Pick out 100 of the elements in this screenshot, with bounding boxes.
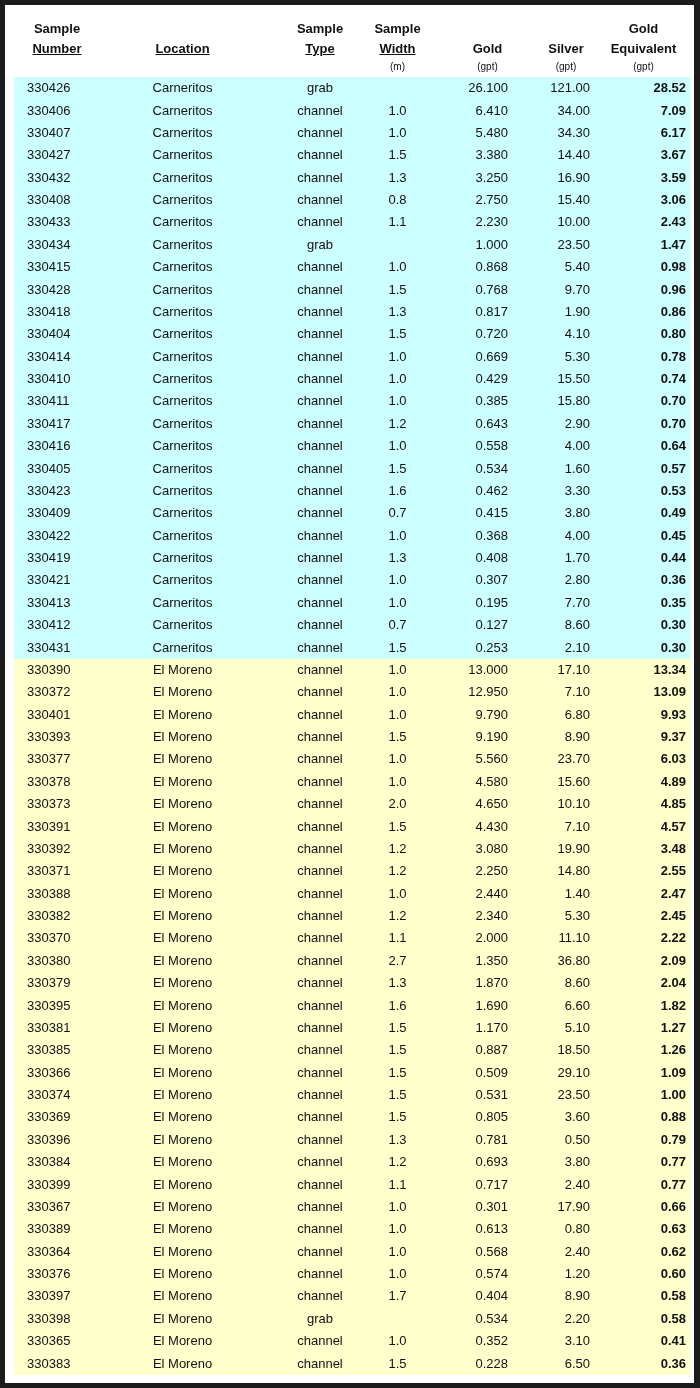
table-cell: 330392: [27, 840, 71, 856]
table-cell: channel: [297, 393, 343, 409]
table-cell: 12.950: [468, 684, 508, 700]
table-cell: 0.568: [475, 1243, 508, 1259]
table-cell: 7.09: [660, 102, 686, 118]
table-cell: 1.2: [388, 1154, 407, 1170]
table-cell: 2.440: [475, 885, 508, 901]
table-cell: Carneritos: [152, 147, 213, 163]
table-cell: 0.462: [475, 482, 508, 498]
table-cell: 1.1: [388, 214, 407, 230]
table-cell: 330380: [27, 952, 71, 968]
table-cell: 1.2: [388, 840, 407, 856]
table-cell: 36.80: [557, 952, 590, 968]
table-cell: 0.98: [660, 259, 686, 275]
table-cell: El Moreno: [152, 863, 213, 879]
table-cell: 15.60: [557, 773, 590, 789]
table-cell: 330391: [27, 818, 71, 834]
table-cell: Carneritos: [152, 80, 213, 96]
table-cell: 4.10: [564, 326, 590, 342]
table-cell: 1.5: [388, 147, 407, 163]
table-cell: 1.0: [388, 661, 407, 677]
table-cell: 330426: [27, 80, 71, 96]
table-cell: 3.59: [660, 169, 686, 185]
table-cell: channel: [297, 1109, 343, 1125]
table-cell: 1.5: [388, 460, 407, 476]
table-cell: 5.40: [564, 259, 590, 275]
table-cell: 330419: [27, 550, 71, 566]
table-cell: 1.170: [475, 1019, 508, 1035]
table-cell: 0.57: [660, 460, 686, 476]
table-cell: 0.80: [564, 1221, 590, 1237]
table-cell: 0.307: [475, 572, 508, 588]
table-cell: 330396: [27, 1131, 71, 1147]
table-cell: 0.408: [475, 550, 508, 566]
table-cell: channel: [297, 281, 343, 297]
table-cell: 7.10: [564, 684, 590, 700]
table-cell: 0.574: [475, 1266, 508, 1282]
table-cell: 0.558: [475, 438, 508, 454]
table-cell: 2.10: [564, 639, 590, 655]
table-cell: 0.301: [475, 1198, 508, 1214]
table-cell: Carneritos: [152, 259, 213, 275]
table-cell: 19.90: [557, 840, 590, 856]
table-cell: 330431: [27, 639, 71, 655]
table-cell: channel: [297, 1266, 343, 1282]
table-cell: 330405: [27, 460, 71, 476]
table-cell: 0.79: [660, 1131, 686, 1147]
table-cell: 1.0: [388, 348, 407, 364]
unit-label: (m): [390, 61, 405, 72]
table-cell: 0.8: [388, 192, 407, 208]
table-cell: 34.30: [557, 124, 590, 140]
table-cell: 1.0: [388, 393, 407, 409]
table-cell: 2.750: [475, 192, 508, 208]
table-cell: El Moreno: [152, 796, 213, 812]
table-cell: 330412: [27, 617, 71, 633]
table-cell: 330388: [27, 885, 71, 901]
table-cell: 1.3: [388, 169, 407, 185]
table-cell: 330408: [27, 192, 71, 208]
table-cell: 26.100: [468, 80, 508, 96]
table-cell: 330432: [27, 169, 71, 185]
column-header: Sample: [374, 20, 421, 38]
table-cell: 1.60: [564, 460, 590, 476]
table-cell: 1.27: [660, 1019, 686, 1035]
table-cell: 0.58: [660, 1310, 686, 1326]
table-cell: 1.3: [388, 1131, 407, 1147]
table-cell: 34.00: [557, 102, 590, 118]
table-cell: channel: [297, 706, 343, 722]
column-header: Number: [32, 40, 82, 58]
table-cell: channel: [297, 1042, 343, 1058]
table-cell: 330376: [27, 1266, 71, 1282]
table-cell: 28.52: [653, 80, 686, 96]
table-cell: 0.58: [660, 1288, 686, 1304]
table-cell: channel: [297, 661, 343, 677]
table-cell: channel: [297, 371, 343, 387]
table-cell: 330433: [27, 214, 71, 230]
table-cell: 0.63: [660, 1221, 686, 1237]
table-cell: 1.5: [388, 1109, 407, 1125]
table-cell: 0.80: [660, 326, 686, 342]
table-cell: 29.10: [557, 1064, 590, 1080]
table-cell: 13.09: [653, 684, 686, 700]
table-cell: El Moreno: [152, 1131, 213, 1147]
table-cell: 1.6: [388, 482, 407, 498]
table-cell: channel: [297, 438, 343, 454]
table-cell: 10.00: [557, 214, 590, 230]
column-header: Sample: [33, 20, 81, 38]
table-cell: 1.00: [660, 1087, 686, 1103]
table-cell: El Moreno: [152, 908, 213, 924]
table-cell: 0.64: [660, 438, 686, 454]
table-cell: 1.1: [388, 1176, 407, 1192]
table-cell: 1.5: [388, 1064, 407, 1080]
table-cell: El Moreno: [152, 818, 213, 834]
table-cell: El Moreno: [152, 952, 213, 968]
table-cell: 13.000: [468, 661, 508, 677]
table-cell: 0.36: [660, 1355, 686, 1371]
table-cell: channel: [297, 482, 343, 498]
table-cell: 1.690: [475, 997, 508, 1013]
table-cell: channel: [297, 930, 343, 946]
table-cell: 5.10: [564, 1019, 590, 1035]
table-cell: channel: [297, 527, 343, 543]
table-cell: 1.3: [388, 303, 407, 319]
table-cell: 0.41: [660, 1333, 686, 1349]
table-cell: 1.0: [388, 527, 407, 543]
